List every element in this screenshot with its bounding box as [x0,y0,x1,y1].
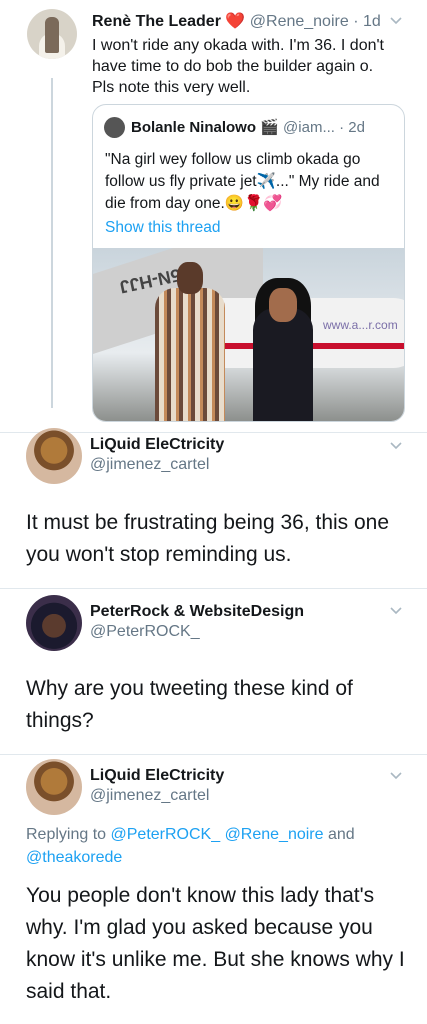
avatar-liquid[interactable] [26,428,82,484]
reply2-text: Why are you tweeting these kind of thing… [26,677,353,732]
reply3-name[interactable]: LiQuid EleCtricity [90,767,224,785]
mention-link[interactable]: @theakorede [26,849,122,866]
reply2-handle[interactable]: @PeterROCK_ [90,623,304,641]
mention-link[interactable]: @Rene_noire [225,826,324,843]
divider [0,588,427,589]
man-figure [155,288,225,421]
quoted-tweet-card[interactable]: Bolanle Ninalowo 🎬 @iam... · 2d "Na girl… [92,104,405,422]
emoji-icon: 🎬 [260,119,279,136]
reply1-name[interactable]: LiQuid EleCtricity [90,436,224,454]
author-handle[interactable]: @Rene_noire [250,13,349,30]
avatar-rene[interactable] [27,9,77,59]
tweet-text: I won't ride any okada with. I'm 36. I d… [92,37,384,96]
quoted-photo[interactable]: 5N-HJJ www.a...r.com [93,248,404,421]
mention-link[interactable]: @PeterROCK_ [111,826,221,843]
quoted-author-name: Bolanle Ninalowo [131,119,257,136]
quoted-author-handle: @iam... [283,119,335,136]
woman-figure [253,308,313,421]
show-thread-link[interactable]: Show this thread [105,219,220,237]
quoted-text: "Na girl wey follow us climb okada go fo… [105,151,380,212]
reply1-text: It must be frustrating being 36, this on… [26,511,390,566]
chevron-down-icon[interactable] [389,441,403,451]
avatar-liquid[interactable] [26,759,82,815]
reply2-name[interactable]: PeterRock & WebsiteDesign [90,603,304,621]
chevron-down-icon[interactable] [389,606,403,616]
tweet-header: Renè The Leader ❤️ @Rene_noire · 1d [92,11,381,31]
quoted-avatar [104,117,125,138]
woman-face [269,288,297,322]
man-head [177,262,203,294]
quoted-header: Bolanle Ninalowo 🎬 @iam... · 2d [131,118,365,136]
chevron-down-icon[interactable] [389,16,403,26]
quoted-time: · 2d [339,119,365,136]
reply3-handle[interactable]: @jimenez_cartel [90,787,224,805]
divider [0,754,427,755]
replying-to: Replying to @PeterROCK_ @Rene_noire and @… [26,823,406,869]
plane-website: www.a...r.com [323,318,398,332]
author-name[interactable]: Renè The Leader [92,13,221,30]
thread-connector [51,78,53,408]
reply3-text: You people don't know this lady that's w… [26,884,405,1003]
reply3-user: LiQuid EleCtricity @jimenez_cartel [90,767,224,805]
and-text: and [323,826,355,843]
heart-icon: ❤️ [225,13,246,30]
reply1-user: LiQuid EleCtricity @jimenez_cartel [90,436,224,474]
tweet-time[interactable]: · 1d [353,13,381,30]
chevron-down-icon[interactable] [389,771,403,781]
avatar-peter[interactable] [26,595,82,651]
replying-prefix: Replying to [26,826,111,843]
reply1-handle[interactable]: @jimenez_cartel [90,456,224,474]
reply2-user: PeterRock & WebsiteDesign @PeterROCK_ [90,603,304,641]
